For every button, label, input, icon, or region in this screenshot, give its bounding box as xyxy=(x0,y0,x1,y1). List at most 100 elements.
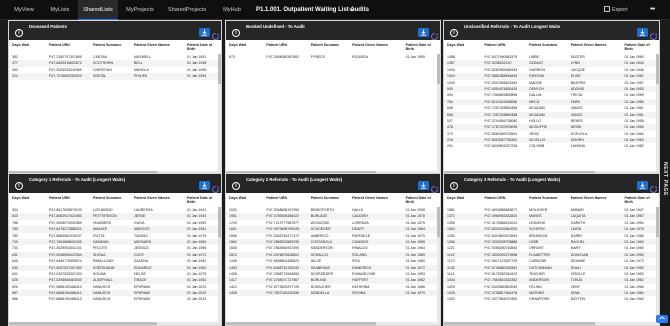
scrollbar-thumb[interactable] xyxy=(656,207,659,237)
table-row[interactable]: 1002 P47-3377854070350 DRAWFORD DAYTON 01 Ja… xyxy=(444,296,659,302)
scrollbar-thumb[interactable] xyxy=(437,54,440,84)
download-button[interactable] xyxy=(199,181,210,190)
table-row[interactable]: 201 P47-6339604327236 COLOMB LAHNNA 01 Jan 1… xyxy=(444,143,659,149)
column-header[interactable]: Patient Given Names xyxy=(134,196,170,200)
more-options-icon[interactable]: ••• xyxy=(650,0,655,20)
tab-sharedlists[interactable]: SharedLists xyxy=(78,0,118,20)
info-icon[interactable]: i xyxy=(450,182,458,190)
column-header[interactable]: Days Wait xyxy=(229,43,246,47)
top-navigation-bar: MyView MyLists SharedLists MyProjects Sh… xyxy=(0,0,670,20)
table-cell: 01 Jan 1979 xyxy=(405,291,425,296)
column-header[interactable]: Patient Given Names xyxy=(352,196,388,200)
table-row[interactable]: 673 P47-3058080357652 PYBECE RICARDA 01 Jan … xyxy=(226,54,440,60)
export-button[interactable]: Export xyxy=(604,0,628,20)
column-header[interactable]: Patient URN xyxy=(49,196,70,200)
list-selector[interactable]: P1.1.001. Outpatient Waiting List Audits xyxy=(256,3,369,17)
download-button[interactable] xyxy=(637,28,648,37)
table-cell: LAHNNA xyxy=(570,144,585,149)
vertical-scrollbar[interactable] xyxy=(656,207,659,324)
column-header[interactable]: Patient URN xyxy=(485,43,506,47)
table-cell: DAYTON xyxy=(570,297,586,302)
scrollbar-thumb[interactable] xyxy=(444,322,595,325)
tab-myprojects[interactable]: MyProjects xyxy=(118,0,162,20)
table-cell: DANDELLA xyxy=(310,291,330,296)
info-icon[interactable]: i xyxy=(450,29,458,37)
download-button[interactable] xyxy=(637,181,648,190)
table-cell: COLOMB xyxy=(529,144,545,149)
tab-sharedprojects[interactable]: SharedProjects xyxy=(162,0,212,20)
table-body: 382 P47-2150747307665 CARTAN MAXWELL 01 Jan … xyxy=(9,54,221,80)
vertical-scrollbar[interactable] xyxy=(437,207,440,324)
column-header[interactable]: Patient Surname xyxy=(529,43,557,47)
refresh-icon[interactable] xyxy=(430,28,439,40)
column-header[interactable]: Patient Date of Birth xyxy=(624,43,654,51)
vertical-scrollbar[interactable] xyxy=(437,54,440,173)
refresh-icon[interactable] xyxy=(211,28,220,40)
export-label: Export xyxy=(612,7,628,13)
column-header[interactable]: Patient Surname xyxy=(93,43,121,47)
table-cell: P47-6868190488412 xyxy=(49,297,82,302)
column-header[interactable]: Patient URN xyxy=(266,196,287,200)
column-header[interactable]: Patient Date of Birth xyxy=(406,196,436,204)
tab-myhub[interactable]: MyHub xyxy=(212,0,252,20)
vertical-scrollbar[interactable] xyxy=(218,54,221,173)
column-header[interactable]: Patient URN xyxy=(266,43,287,47)
scrollbar-thumb[interactable] xyxy=(218,207,221,237)
horizontal-scrollbar[interactable] xyxy=(444,322,659,325)
vertical-scrollbar[interactable] xyxy=(218,207,221,324)
column-header[interactable]: Patient Given Names xyxy=(571,196,607,200)
refresh-icon[interactable] xyxy=(649,28,658,40)
info-icon[interactable]: i xyxy=(232,182,240,190)
column-header[interactable]: Days Wait xyxy=(229,196,246,200)
scrollbar-thumb[interactable] xyxy=(226,322,376,325)
column-header[interactable]: Patient Surname xyxy=(311,196,339,200)
scrollbar-thumb[interactable] xyxy=(656,54,659,84)
column-header[interactable]: Days Wait xyxy=(447,43,464,47)
download-button[interactable] xyxy=(418,28,429,37)
next-page-tab[interactable]: NEXT PAGE xyxy=(659,150,670,210)
export-icon xyxy=(604,6,610,12)
table-row[interactable]: 1408 P47-7807043220336 DANDELLA ROSINA 01 Ja… xyxy=(226,290,440,297)
bottom-right-control[interactable] xyxy=(655,311,669,323)
horizontal-scrollbar[interactable] xyxy=(226,322,440,325)
download-button[interactable] xyxy=(418,181,429,190)
info-icon[interactable]: i xyxy=(15,182,23,190)
scrollbar-thumb[interactable] xyxy=(218,54,221,84)
column-header[interactable]: Days Wait xyxy=(12,196,29,200)
table-body: 1488 P47-6071960652475 LIBBE EASTER 01 Jan 1… xyxy=(444,54,659,150)
column-header[interactable]: Patient Date of Birth xyxy=(624,196,654,204)
column-header[interactable]: Patient Surname xyxy=(311,43,339,47)
info-icon[interactable]: i xyxy=(15,29,23,37)
column-header[interactable]: Patient Given Names xyxy=(134,43,170,47)
refresh-icon[interactable] xyxy=(211,181,220,193)
table-cell: P47-3377854070350 xyxy=(484,297,518,302)
tab-mylists[interactable]: MyLists xyxy=(42,0,78,20)
scrollbar-thumb[interactable] xyxy=(9,322,158,325)
tab-myview[interactable]: MyView xyxy=(6,0,42,20)
list-panel: i Category 1 Referrals - To Audit (Longes… xyxy=(8,173,222,326)
column-header[interactable]: Patient Surname xyxy=(529,196,557,200)
column-header[interactable]: Patient Given Names xyxy=(352,43,388,47)
table-body: 673 P47-3058080357652 PYBECE RICARDA 01 Jan … xyxy=(226,54,440,60)
table-row[interactable]: 224 P47-7076890280320 DIGITAL PHILIPA 01 Jan… xyxy=(9,73,221,80)
column-header[interactable]: Patient Given Names xyxy=(571,43,607,47)
column-header[interactable]: Patient Date of Birth xyxy=(406,43,436,51)
refresh-icon[interactable] xyxy=(430,181,439,193)
column-header[interactable]: Patient URN xyxy=(485,196,506,200)
table-header: Days Wait Patient URN Patient Surname Patie… xyxy=(9,193,221,207)
column-header[interactable]: Patient URN xyxy=(49,43,70,47)
column-header[interactable]: Patient Date of Birth xyxy=(187,43,217,51)
column-header[interactable]: Days Wait xyxy=(447,196,464,200)
table-row[interactable]: 586 P47-6868190488412 HANUSCH EPHRAIM 01 Jan… xyxy=(9,296,221,302)
table-body: 304 P47-8617526570103 LATUMONO LAURESSA 01 J… xyxy=(9,207,221,303)
column-header[interactable]: Patient Surname xyxy=(93,196,121,200)
table-cell: P47-6339604327236 xyxy=(484,144,518,149)
horizontal-scrollbar[interactable] xyxy=(9,322,221,325)
refresh-icon[interactable] xyxy=(649,181,658,193)
scrollbar-thumb[interactable] xyxy=(437,207,440,237)
info-icon[interactable]: i xyxy=(232,29,240,37)
column-header[interactable]: Days Wait xyxy=(12,43,29,47)
column-header[interactable]: Patient Date of Birth xyxy=(187,196,217,204)
table-cell: HANUSCH xyxy=(93,297,111,302)
download-button[interactable] xyxy=(199,28,210,37)
